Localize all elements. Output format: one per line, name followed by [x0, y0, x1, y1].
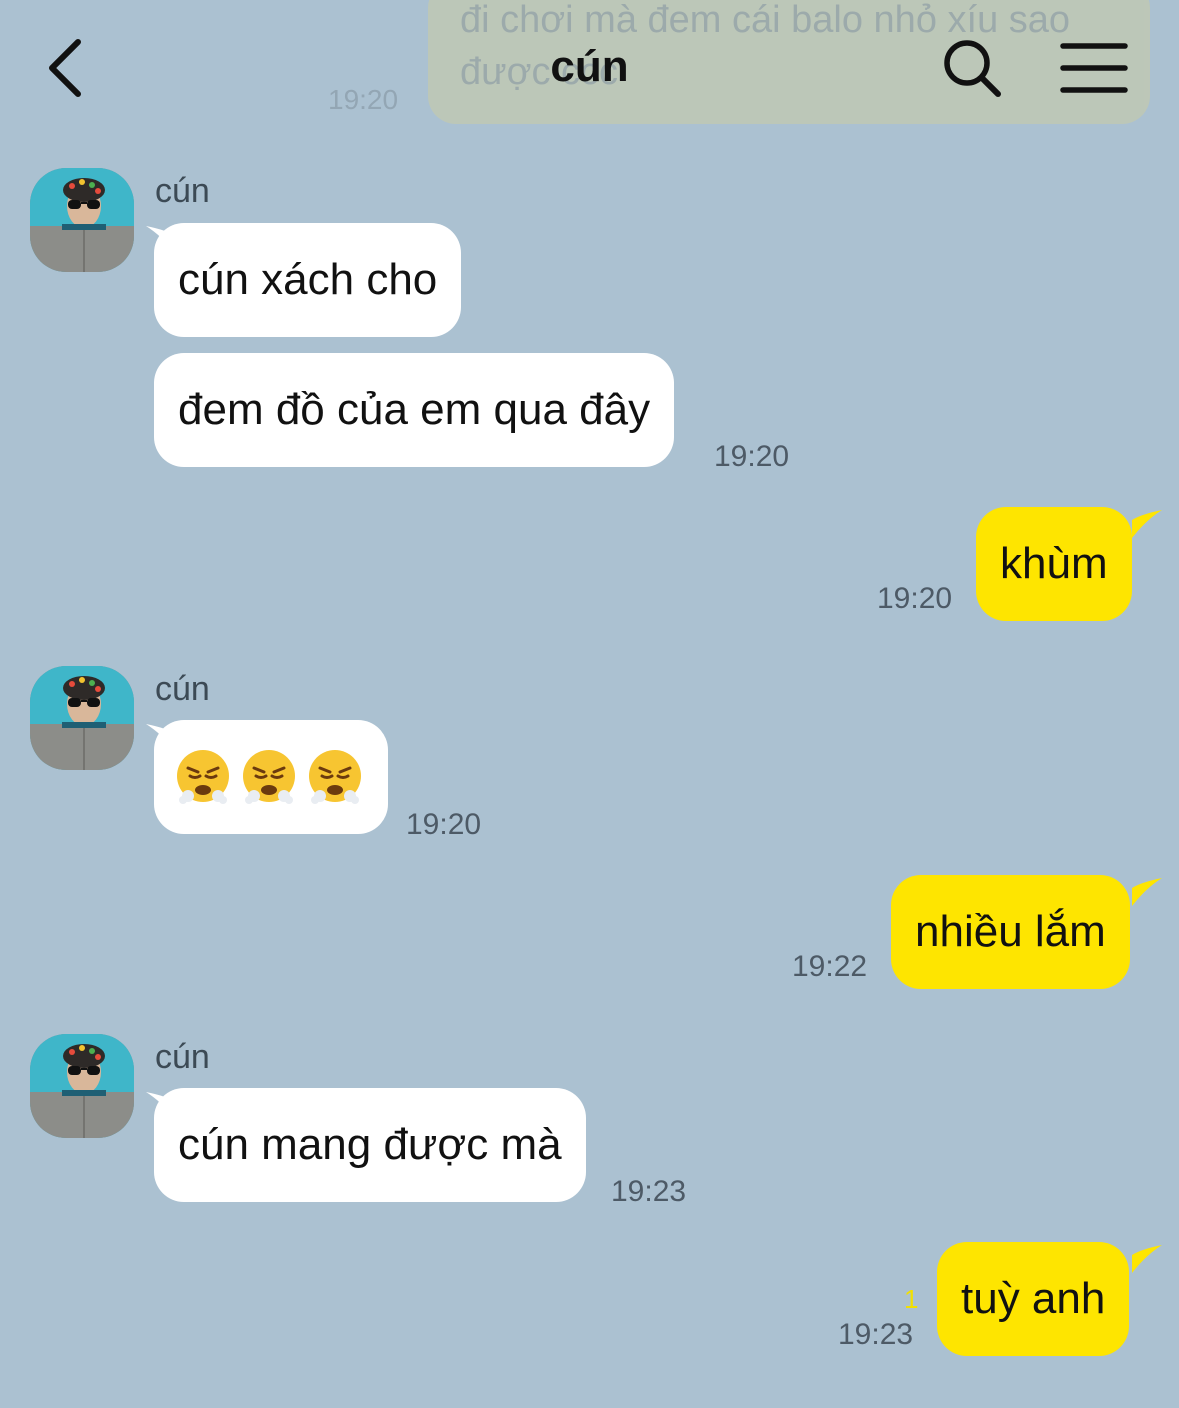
- message-text: khùm: [1000, 539, 1108, 588]
- avatar[interactable]: [30, 1034, 134, 1138]
- bubble-tail: [1132, 510, 1162, 538]
- message-time: 19:20: [714, 440, 790, 473]
- message-bubble-outgoing[interactable]: tuỳ anh: [937, 1242, 1130, 1356]
- unread-count: 1: [904, 1284, 919, 1314]
- message-bubble-incoming[interactable]: cún mang được mà: [154, 1088, 586, 1202]
- message-text: cún mang được mà: [178, 1120, 562, 1169]
- search-button[interactable]: [940, 36, 1006, 102]
- message-text: cún xách cho: [178, 255, 438, 304]
- message-bubble-outgoing[interactable]: khùm: [976, 507, 1132, 621]
- sender-name: cún: [155, 1038, 210, 1076]
- avatar[interactable]: [30, 666, 134, 770]
- message-time: 19:20: [877, 582, 953, 615]
- huffing-face-emoji-icon: [243, 750, 295, 804]
- bubble-tail: [1132, 878, 1162, 906]
- bubble-tail: [1132, 1245, 1162, 1273]
- message-bubble-incoming[interactable]: [154, 720, 388, 834]
- message-time: 19:23: [611, 1175, 687, 1208]
- message-text: đem đồ của em qua đây: [178, 385, 651, 434]
- message-time: 19:22: [792, 950, 868, 983]
- huffing-face-emoji-icon: [309, 750, 361, 804]
- message-text: tuỳ anh: [961, 1274, 1106, 1323]
- message-time: 19:23: [838, 1318, 914, 1351]
- message-time: 19:20: [406, 808, 482, 841]
- message-text: nhiều lắm: [915, 907, 1106, 956]
- search-icon: [944, 40, 1001, 97]
- huffing-face-emoji-icon: [177, 750, 229, 804]
- chat-header: cún: [0, 0, 1179, 130]
- sender-name: cún: [155, 670, 210, 708]
- message-bubble-incoming[interactable]: đem đồ của em qua đây: [154, 353, 675, 467]
- menu-button[interactable]: [1060, 40, 1128, 96]
- sender-name: cún: [155, 172, 210, 210]
- message-bubble-outgoing[interactable]: nhiều lắm: [891, 875, 1130, 989]
- avatar[interactable]: [30, 168, 134, 272]
- hamburger-menu-icon: [1060, 43, 1128, 93]
- message-bubble-incoming[interactable]: cún xách cho: [154, 223, 462, 337]
